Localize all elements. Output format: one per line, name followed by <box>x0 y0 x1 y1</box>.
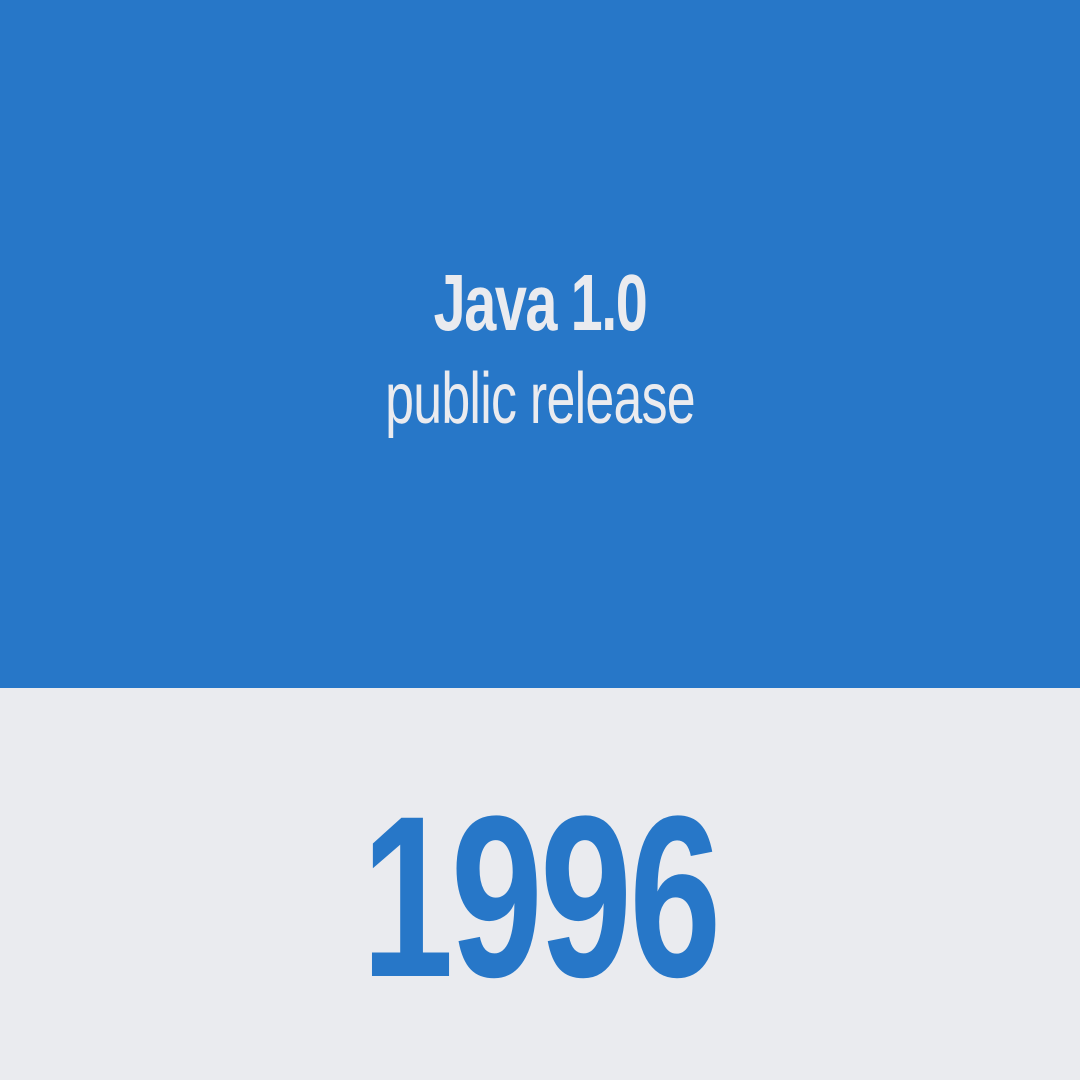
timeline-card: Java 1.0 public release 1996 <box>0 0 1080 1080</box>
event-subtitle: public release <box>385 359 696 439</box>
event-title: Java 1.0 <box>433 258 648 347</box>
event-year: 1996 <box>361 768 722 1025</box>
